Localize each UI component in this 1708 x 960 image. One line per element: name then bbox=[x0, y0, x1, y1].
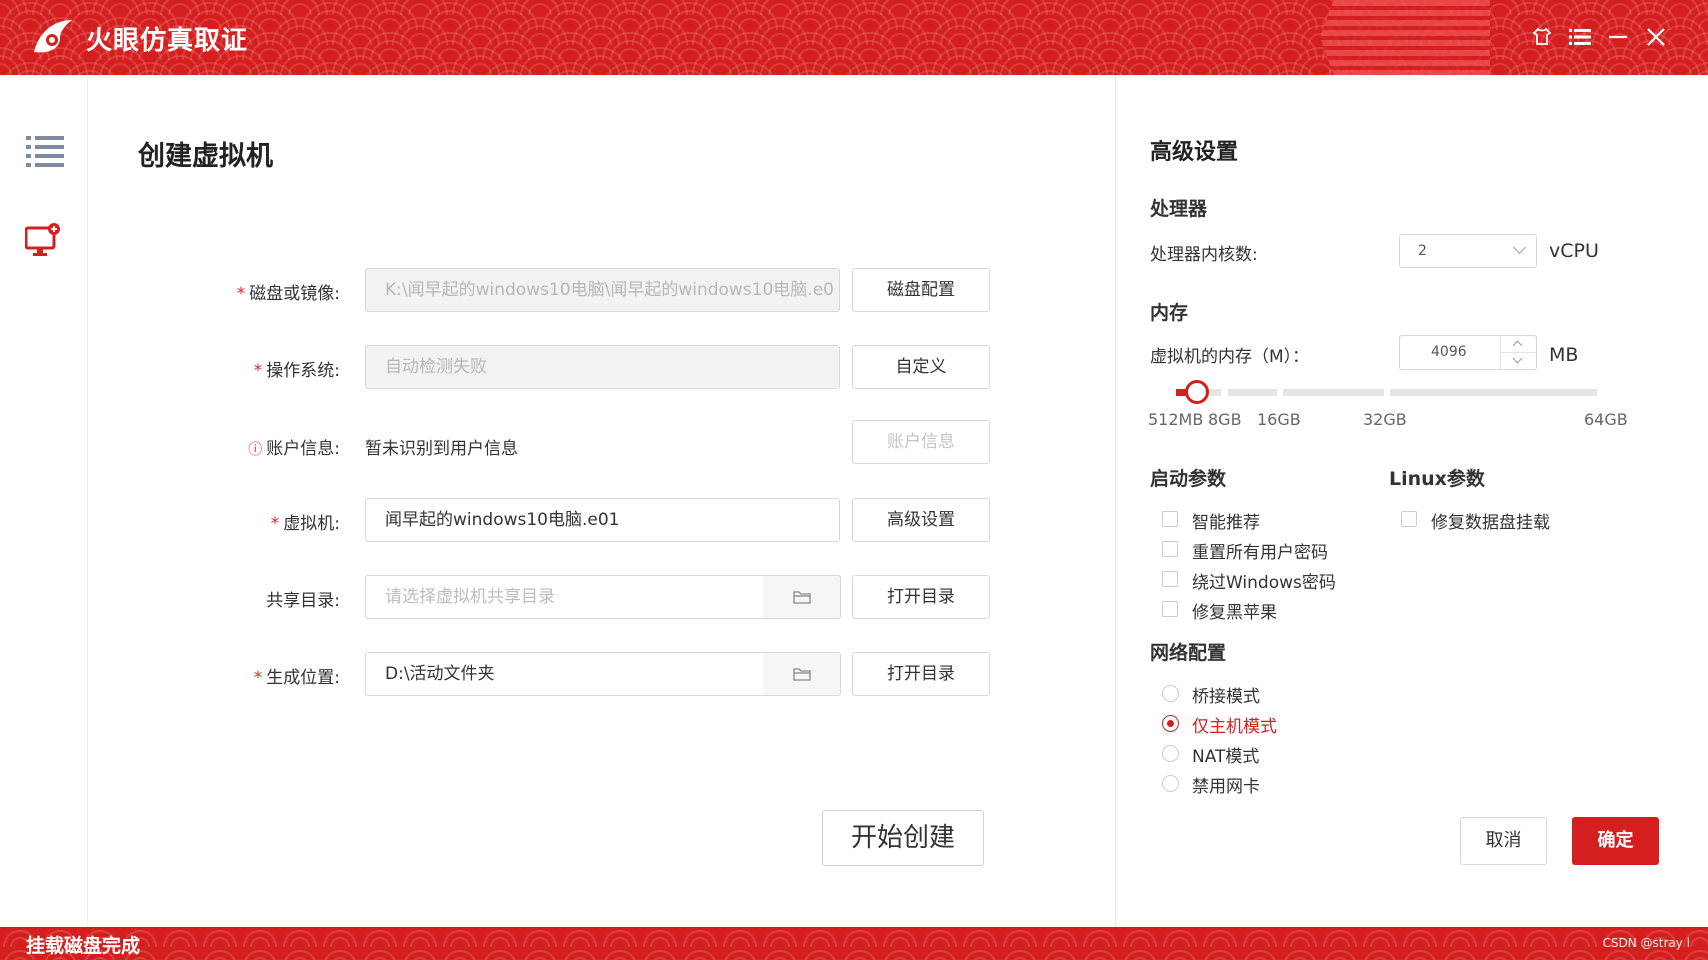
close-icon[interactable] bbox=[1641, 22, 1671, 52]
account-info-button[interactable]: 账户信息 bbox=[852, 420, 990, 464]
memory-label: 虚拟机的内存（M）： bbox=[1150, 347, 1310, 367]
chevron-up-icon bbox=[1512, 340, 1523, 351]
skin-icon[interactable] bbox=[1527, 22, 1557, 52]
tick-512mb: 512MB bbox=[1148, 410, 1204, 429]
bypass-windows-password-checkbox[interactable] bbox=[1162, 571, 1178, 587]
fix-hackintosh-checkbox[interactable] bbox=[1162, 601, 1178, 617]
account-label: ⓘ 账户信息: bbox=[248, 439, 340, 459]
minimize-icon[interactable] bbox=[1603, 22, 1633, 52]
output-label: * 生成位置: bbox=[253, 668, 340, 688]
tick-32gb: 32GB bbox=[1363, 410, 1407, 429]
page-title: 创建虚拟机 bbox=[138, 141, 273, 172]
fix-data-disk-label: 修复数据盘挂载 bbox=[1431, 513, 1550, 533]
sidebar bbox=[0, 75, 88, 927]
network-section-title: 网络配置 bbox=[1150, 642, 1227, 664]
vm-label: * 虚拟机: bbox=[270, 514, 340, 534]
smart-recommend-checkbox[interactable] bbox=[1162, 511, 1178, 527]
fix-data-disk-checkbox[interactable] bbox=[1401, 511, 1417, 527]
open-output-dir-button[interactable]: 打开目录 bbox=[852, 652, 990, 696]
cpu-cores-select[interactable]: 2 bbox=[1399, 234, 1537, 268]
disable-nic-radio[interactable] bbox=[1162, 775, 1179, 792]
share-folder-icon[interactable] bbox=[763, 575, 841, 619]
slider-track-seg3[interactable] bbox=[1283, 389, 1384, 396]
disk-label: * 磁盘或镜像: bbox=[236, 284, 340, 304]
chevron-down-icon bbox=[1512, 353, 1523, 364]
nat-mode-radio[interactable] bbox=[1162, 745, 1179, 762]
disk-config-button[interactable]: 磁盘配置 bbox=[852, 268, 990, 312]
warning-icon: ⓘ bbox=[248, 442, 263, 458]
processor-section-title: 处理器 bbox=[1150, 198, 1208, 220]
create-vm-icon[interactable] bbox=[24, 222, 61, 262]
advanced-settings-button[interactable]: 高级设置 bbox=[852, 498, 990, 542]
account-value: 暂未识别到用户信息 bbox=[365, 439, 518, 459]
host-only-radio[interactable] bbox=[1162, 715, 1179, 732]
memory-stepper[interactable]: 4096 bbox=[1399, 335, 1537, 370]
tick-16gb: 16GB bbox=[1257, 410, 1301, 429]
reset-passwords-label: 重置所有用户密码 bbox=[1192, 543, 1328, 563]
disk-path-field: K:\闻早起的windows10电脑\闻早起的windows10电脑.e0 bbox=[365, 268, 840, 312]
status-text: 挂载磁盘完成 bbox=[26, 935, 141, 957]
app-title: 火眼仿真取证 bbox=[86, 26, 249, 56]
confirm-button[interactable]: 确定 bbox=[1572, 817, 1659, 865]
tick-8gb: 8GB bbox=[1208, 410, 1242, 429]
watermark: CSDN @stray l bbox=[1602, 936, 1690, 950]
share-dir-input[interactable]: 请选择虚拟机共享目录 bbox=[365, 575, 764, 619]
list-view-icon[interactable] bbox=[26, 135, 64, 171]
app-logo-icon bbox=[34, 20, 72, 53]
slider-track-seg4[interactable] bbox=[1390, 389, 1597, 396]
custom-os-button[interactable]: 自定义 bbox=[852, 345, 990, 389]
fix-hackintosh-label: 修复黑苹果 bbox=[1192, 603, 1277, 623]
memory-slider-handle[interactable] bbox=[1185, 380, 1209, 404]
vm-name-input[interactable]: 闻早起的windows10电脑.e01 bbox=[365, 498, 840, 542]
host-only-label: 仅主机模式 bbox=[1192, 717, 1277, 737]
disable-nic-label: 禁用网卡 bbox=[1192, 777, 1260, 797]
share-label: 共享目录: bbox=[266, 591, 340, 611]
boot-section-title: 启动参数 bbox=[1150, 468, 1227, 490]
chevron-down-icon bbox=[1513, 241, 1526, 254]
nat-mode-label: NAT模式 bbox=[1192, 747, 1260, 767]
bridge-mode-label: 桥接模式 bbox=[1192, 687, 1260, 707]
reset-passwords-checkbox[interactable] bbox=[1162, 541, 1178, 557]
linux-section-title: Linux参数 bbox=[1389, 468, 1485, 490]
advanced-title: 高级设置 bbox=[1150, 140, 1239, 165]
start-create-button[interactable]: 开始创建 bbox=[822, 810, 984, 866]
tick-64gb: 64GB bbox=[1584, 410, 1628, 429]
memory-unit: MB bbox=[1549, 344, 1579, 366]
title-bar: 火眼仿真取证 bbox=[0, 0, 1708, 75]
bypass-windows-password-label: 绕过Windows密码 bbox=[1192, 573, 1336, 593]
status-bar: 挂载磁盘完成 CSDN @stray l bbox=[0, 927, 1708, 960]
output-folder-icon[interactable] bbox=[763, 652, 841, 696]
slider-track-seg2[interactable] bbox=[1228, 389, 1277, 396]
os-label: * 操作系统: bbox=[253, 361, 340, 381]
bridge-mode-radio[interactable] bbox=[1162, 685, 1179, 702]
smart-recommend-label: 智能推荐 bbox=[1192, 513, 1260, 533]
os-field: 自动检测失败 bbox=[365, 345, 840, 389]
memory-section-title: 内存 bbox=[1150, 302, 1189, 324]
menu-icon[interactable] bbox=[1565, 22, 1595, 52]
cpu-cores-label: 处理器内核数: bbox=[1150, 245, 1258, 265]
cpu-unit: vCPU bbox=[1549, 240, 1599, 262]
decorative-stripes bbox=[1320, 0, 1490, 75]
open-share-dir-button[interactable]: 打开目录 bbox=[852, 575, 990, 619]
cancel-button[interactable]: 取消 bbox=[1460, 817, 1547, 865]
output-path-input[interactable]: D:\活动文件夹 bbox=[365, 652, 764, 696]
